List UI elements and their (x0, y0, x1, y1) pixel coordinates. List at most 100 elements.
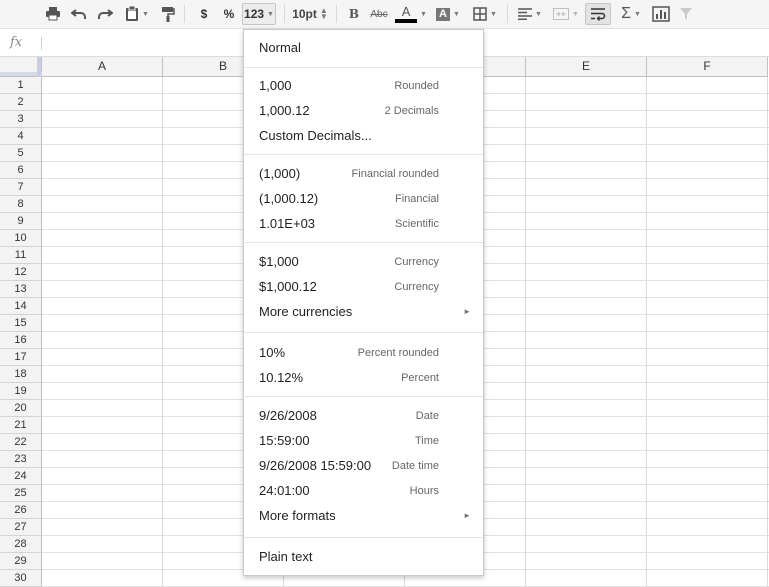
row-header[interactable]: 16 (0, 332, 42, 349)
menu-item[interactable]: More currencies ► (244, 300, 483, 325)
row-header[interactable]: 19 (0, 383, 42, 400)
row-header[interactable]: 13 (0, 281, 42, 298)
paste-button[interactable]: ▼ (120, 3, 154, 25)
menu-item[interactable]: $1,000 Currency (244, 250, 483, 275)
menu-item-description: Percent rounded (357, 347, 439, 359)
row-header[interactable]: 30 (0, 570, 42, 587)
menu-item-label: $1,000 (259, 254, 299, 269)
row-header[interactable]: 23 (0, 451, 42, 468)
row-header[interactable]: 12 (0, 264, 42, 281)
row-header[interactable]: 2 (0, 94, 42, 111)
redo-button[interactable] (93, 3, 117, 25)
row-headers: 1 2 3 4 5 6 7 8 9 10 11 12 13 14 15 16 17 18 19 20 21 22 23 24 2… (0, 77, 42, 587)
fx-icon: fx (10, 35, 23, 50)
row-header[interactable]: 3 (0, 111, 42, 128)
row-header[interactable]: 17 (0, 349, 42, 366)
row-header[interactable]: 27 (0, 519, 42, 536)
undo-button[interactable] (67, 3, 91, 25)
percent-format-button[interactable]: % (217, 3, 241, 25)
row-header[interactable]: 22 (0, 434, 42, 451)
row-header[interactable]: 7 (0, 179, 42, 196)
fill-color-button[interactable]: A ▼ (430, 3, 466, 25)
column-header[interactable]: E (526, 57, 647, 77)
menu-item[interactable]: 9/26/2008 Date (244, 404, 483, 429)
menu-item[interactable]: More formats ► (244, 504, 483, 529)
menu-item[interactable]: Plain text (244, 545, 483, 570)
insert-chart-button[interactable] (649, 3, 673, 25)
row-header[interactable]: 1 (0, 77, 42, 94)
strikethrough-button[interactable]: Abc (367, 3, 391, 25)
row-header[interactable]: 11 (0, 247, 42, 264)
align-button[interactable]: ▼ (513, 3, 547, 25)
column-header[interactable]: A (42, 57, 163, 77)
row-header[interactable]: 25 (0, 485, 42, 502)
menu-item[interactable]: $1,000.12 Currency (244, 275, 483, 300)
row-header[interactable]: 8 (0, 196, 42, 213)
menu-item[interactable]: Normal (244, 36, 483, 61)
menu-item[interactable]: 15:59:00 Time (244, 429, 483, 454)
menu-item-label: 9/26/2008 (259, 408, 317, 423)
row-header[interactable]: 18 (0, 366, 42, 383)
menu-item[interactable]: (1,000.12) Financial (244, 187, 483, 212)
toolbar-separator (184, 5, 185, 23)
print-button[interactable] (41, 3, 65, 25)
text-color-button[interactable]: A ▼ (393, 3, 429, 25)
menu-item[interactable]: (1,000) Financial rounded (244, 162, 483, 187)
printer-icon (46, 7, 60, 21)
number-format-label: 123 (244, 7, 265, 21)
menu-item-label: $1,000.12 (259, 279, 317, 294)
menu-item[interactable]: 1,000.12 2 Decimals (244, 99, 483, 124)
font-size-dropdown[interactable]: 10pt ▲ ▼ (290, 3, 330, 25)
menu-item[interactable]: 24:01:00 Hours (244, 479, 483, 504)
menu-item[interactable]: Custom Decimals... (244, 124, 483, 149)
menu-item[interactable]: 10% Percent rounded (244, 341, 483, 366)
menu-item[interactable]: 10.12% Percent (244, 366, 483, 391)
menu-separator (244, 67, 483, 68)
chevron-down-icon: ▼ (142, 10, 149, 18)
column-header[interactable]: F (647, 57, 768, 77)
currency-format-button[interactable]: $ (192, 3, 216, 25)
row-header[interactable]: 20 (0, 400, 42, 417)
row-header[interactable]: 26 (0, 502, 42, 519)
row-header[interactable]: 29 (0, 553, 42, 570)
merge-cells-icon (553, 8, 570, 20)
functions-button[interactable]: Σ ▼ (614, 3, 648, 25)
row-header[interactable]: 5 (0, 145, 42, 162)
row-header[interactable]: 14 (0, 298, 42, 315)
menu-separator (244, 396, 483, 397)
number-format-dropdown[interactable]: 123 ▼ (242, 3, 276, 25)
row-header[interactable]: 10 (0, 230, 42, 247)
row-header[interactable]: 6 (0, 162, 42, 179)
menu-item-label: More formats (259, 508, 336, 523)
paint-roller-icon (162, 7, 175, 22)
menu-item[interactable]: 9/26/2008 15:59:00 Date time (244, 454, 483, 479)
menu-item-description: Currency (394, 256, 439, 268)
menu-item[interactable]: 1.01E+03 Scientific (244, 212, 483, 237)
paint-format-button[interactable] (156, 3, 180, 25)
menu-item-description: Percent (401, 372, 439, 384)
menu-item-label: Normal (259, 40, 301, 55)
menu-item-label: 1,000.12 (259, 103, 310, 118)
select-all-corner[interactable] (0, 57, 42, 77)
row-header[interactable]: 24 (0, 468, 42, 485)
menu-item-label: 15:59:00 (259, 433, 310, 448)
menu-item-label: More currencies (259, 304, 353, 319)
sigma-icon: Σ (621, 5, 631, 22)
menu-item-description: Currency (394, 281, 439, 293)
row-header[interactable]: 21 (0, 417, 42, 434)
menu-item[interactable]: 1,000 Rounded (244, 74, 483, 99)
menu-separator (244, 537, 483, 538)
merge-cells-button[interactable]: ▼ (549, 3, 583, 25)
filter-button[interactable] (674, 3, 698, 25)
row-header[interactable]: 9 (0, 213, 42, 230)
toolbar-separator (284, 5, 285, 23)
row-header[interactable]: 28 (0, 536, 42, 553)
menu-item-label: 10% (259, 345, 286, 360)
chevron-down-icon: ▼ (267, 10, 274, 18)
row-header[interactable]: 4 (0, 128, 42, 145)
borders-button[interactable]: ▼ (468, 3, 502, 25)
bold-button[interactable]: B (342, 3, 366, 25)
wrap-text-button[interactable] (585, 3, 611, 25)
row-header[interactable]: 15 (0, 315, 42, 332)
menu-item-description: Date (415, 410, 439, 422)
